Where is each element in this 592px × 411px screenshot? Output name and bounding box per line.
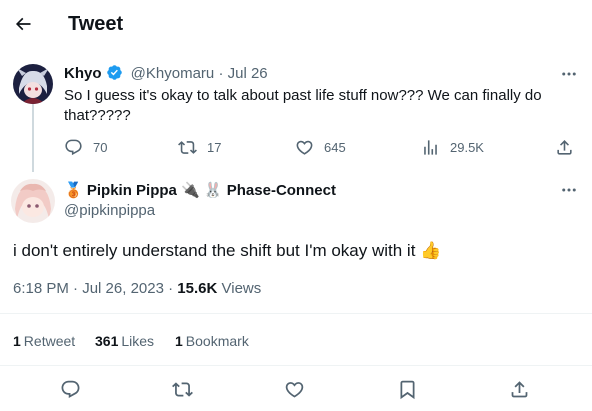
tweet-date[interactable]: Jul 26, 2023	[82, 280, 164, 297]
reply-count: 70	[93, 139, 108, 155]
back-button[interactable]	[8, 9, 38, 39]
heart-icon	[296, 140, 313, 155]
reply-button[interactable]	[58, 377, 82, 401]
meta-separator: ·	[168, 280, 174, 297]
parent-display-name[interactable]: Khyo	[64, 65, 102, 82]
avatar-image	[13, 64, 53, 104]
main-author-line[interactable]: 🥉 Pipkin Pippa 🔌 🐰 Phase-Connect	[64, 181, 336, 201]
avatar-khyo[interactable]	[13, 64, 53, 104]
bookmarks-stat[interactable]: 1 Bookmark	[175, 333, 249, 349]
avatar-image	[11, 179, 55, 223]
top-header: Tweet	[0, 0, 592, 50]
more-horizontal-icon	[562, 72, 576, 76]
thumbs-up-emoji: 👍	[420, 241, 442, 260]
like-count: 645	[324, 139, 346, 155]
meta-separator: ·	[73, 280, 79, 297]
share-button[interactable]	[507, 377, 531, 401]
main-affiliation: Phase-Connect	[226, 182, 336, 199]
heart-icon	[285, 381, 303, 398]
share-button[interactable]	[555, 136, 574, 158]
main-tweet-text-line: i don't entirely understand the shift bu…	[13, 239, 441, 263]
bookmark-icon	[400, 380, 414, 399]
likes-stat-label: Likes	[121, 333, 155, 349]
parent-handle[interactable]: @Khyomaru	[131, 65, 215, 82]
likes-stat[interactable]: 361 Likes	[95, 333, 154, 349]
parent-separator: ·	[218, 65, 224, 82]
reply-icon	[65, 139, 82, 155]
retweet-count: 17	[207, 139, 222, 155]
views-button[interactable]: 29.5K	[421, 136, 484, 158]
retweet-button[interactable]	[170, 377, 194, 401]
tweet-time[interactable]: 6:18 PM	[13, 280, 69, 297]
share-icon	[511, 380, 527, 397]
parent-more-button[interactable]	[559, 66, 579, 82]
reply-icon	[61, 380, 79, 398]
main-display-name: Pipkin Pippa	[86, 182, 177, 199]
bookmarks-stat-label: Bookmark	[185, 333, 249, 349]
retweets-stat[interactable]: 1 Retweet	[13, 333, 75, 349]
arrow-left-icon	[15, 17, 31, 31]
bookmarks-stat-count: 1	[175, 333, 183, 349]
more-horizontal-icon	[562, 188, 576, 192]
tweet-views-label: Views	[221, 280, 262, 297]
page-title: Tweet	[68, 13, 124, 35]
share-icon	[557, 139, 572, 155]
bookmark-button[interactable]	[395, 377, 419, 401]
divider	[0, 313, 592, 314]
retweet-button[interactable]: 17	[178, 136, 221, 158]
thread-connector	[32, 104, 34, 172]
main-tweet-text: i don't entirely understand the shift bu…	[13, 241, 416, 260]
likes-stat-count: 361	[95, 333, 119, 349]
verified-badge-icon	[106, 65, 122, 80]
tweet-meta: 6:18 PM · Jul 26, 2023 · 15.6K Views	[13, 279, 261, 299]
retweets-stat-count: 1	[13, 333, 21, 349]
retweets-stat-label: Retweet	[23, 333, 76, 349]
reply-button[interactable]: 70	[64, 136, 107, 158]
parent-tweet-text: So I guess it's okay to talk about past …	[64, 87, 542, 124]
views-count: 29.5K	[450, 139, 484, 155]
plug-rabbit-emoji: 🔌 🐰	[181, 182, 223, 199]
main-more-button[interactable]	[559, 182, 579, 198]
main-handle[interactable]: @pipkinpippa	[64, 201, 155, 221]
avatar-pipkin[interactable]	[11, 179, 55, 223]
divider	[0, 365, 592, 366]
parent-tweet-header: Khyo @Khyomaru · Jul 26	[64, 64, 268, 84]
tweet-views-count: 15.6K	[177, 280, 218, 297]
analytics-icon	[424, 139, 437, 155]
medal-emoji: 🥉	[64, 182, 83, 199]
like-button[interactable]	[282, 377, 306, 401]
parent-date[interactable]: Jul 26	[228, 65, 268, 82]
like-button[interactable]: 645	[295, 136, 346, 158]
retweet-icon	[171, 381, 193, 397]
retweet-icon	[178, 140, 197, 154]
